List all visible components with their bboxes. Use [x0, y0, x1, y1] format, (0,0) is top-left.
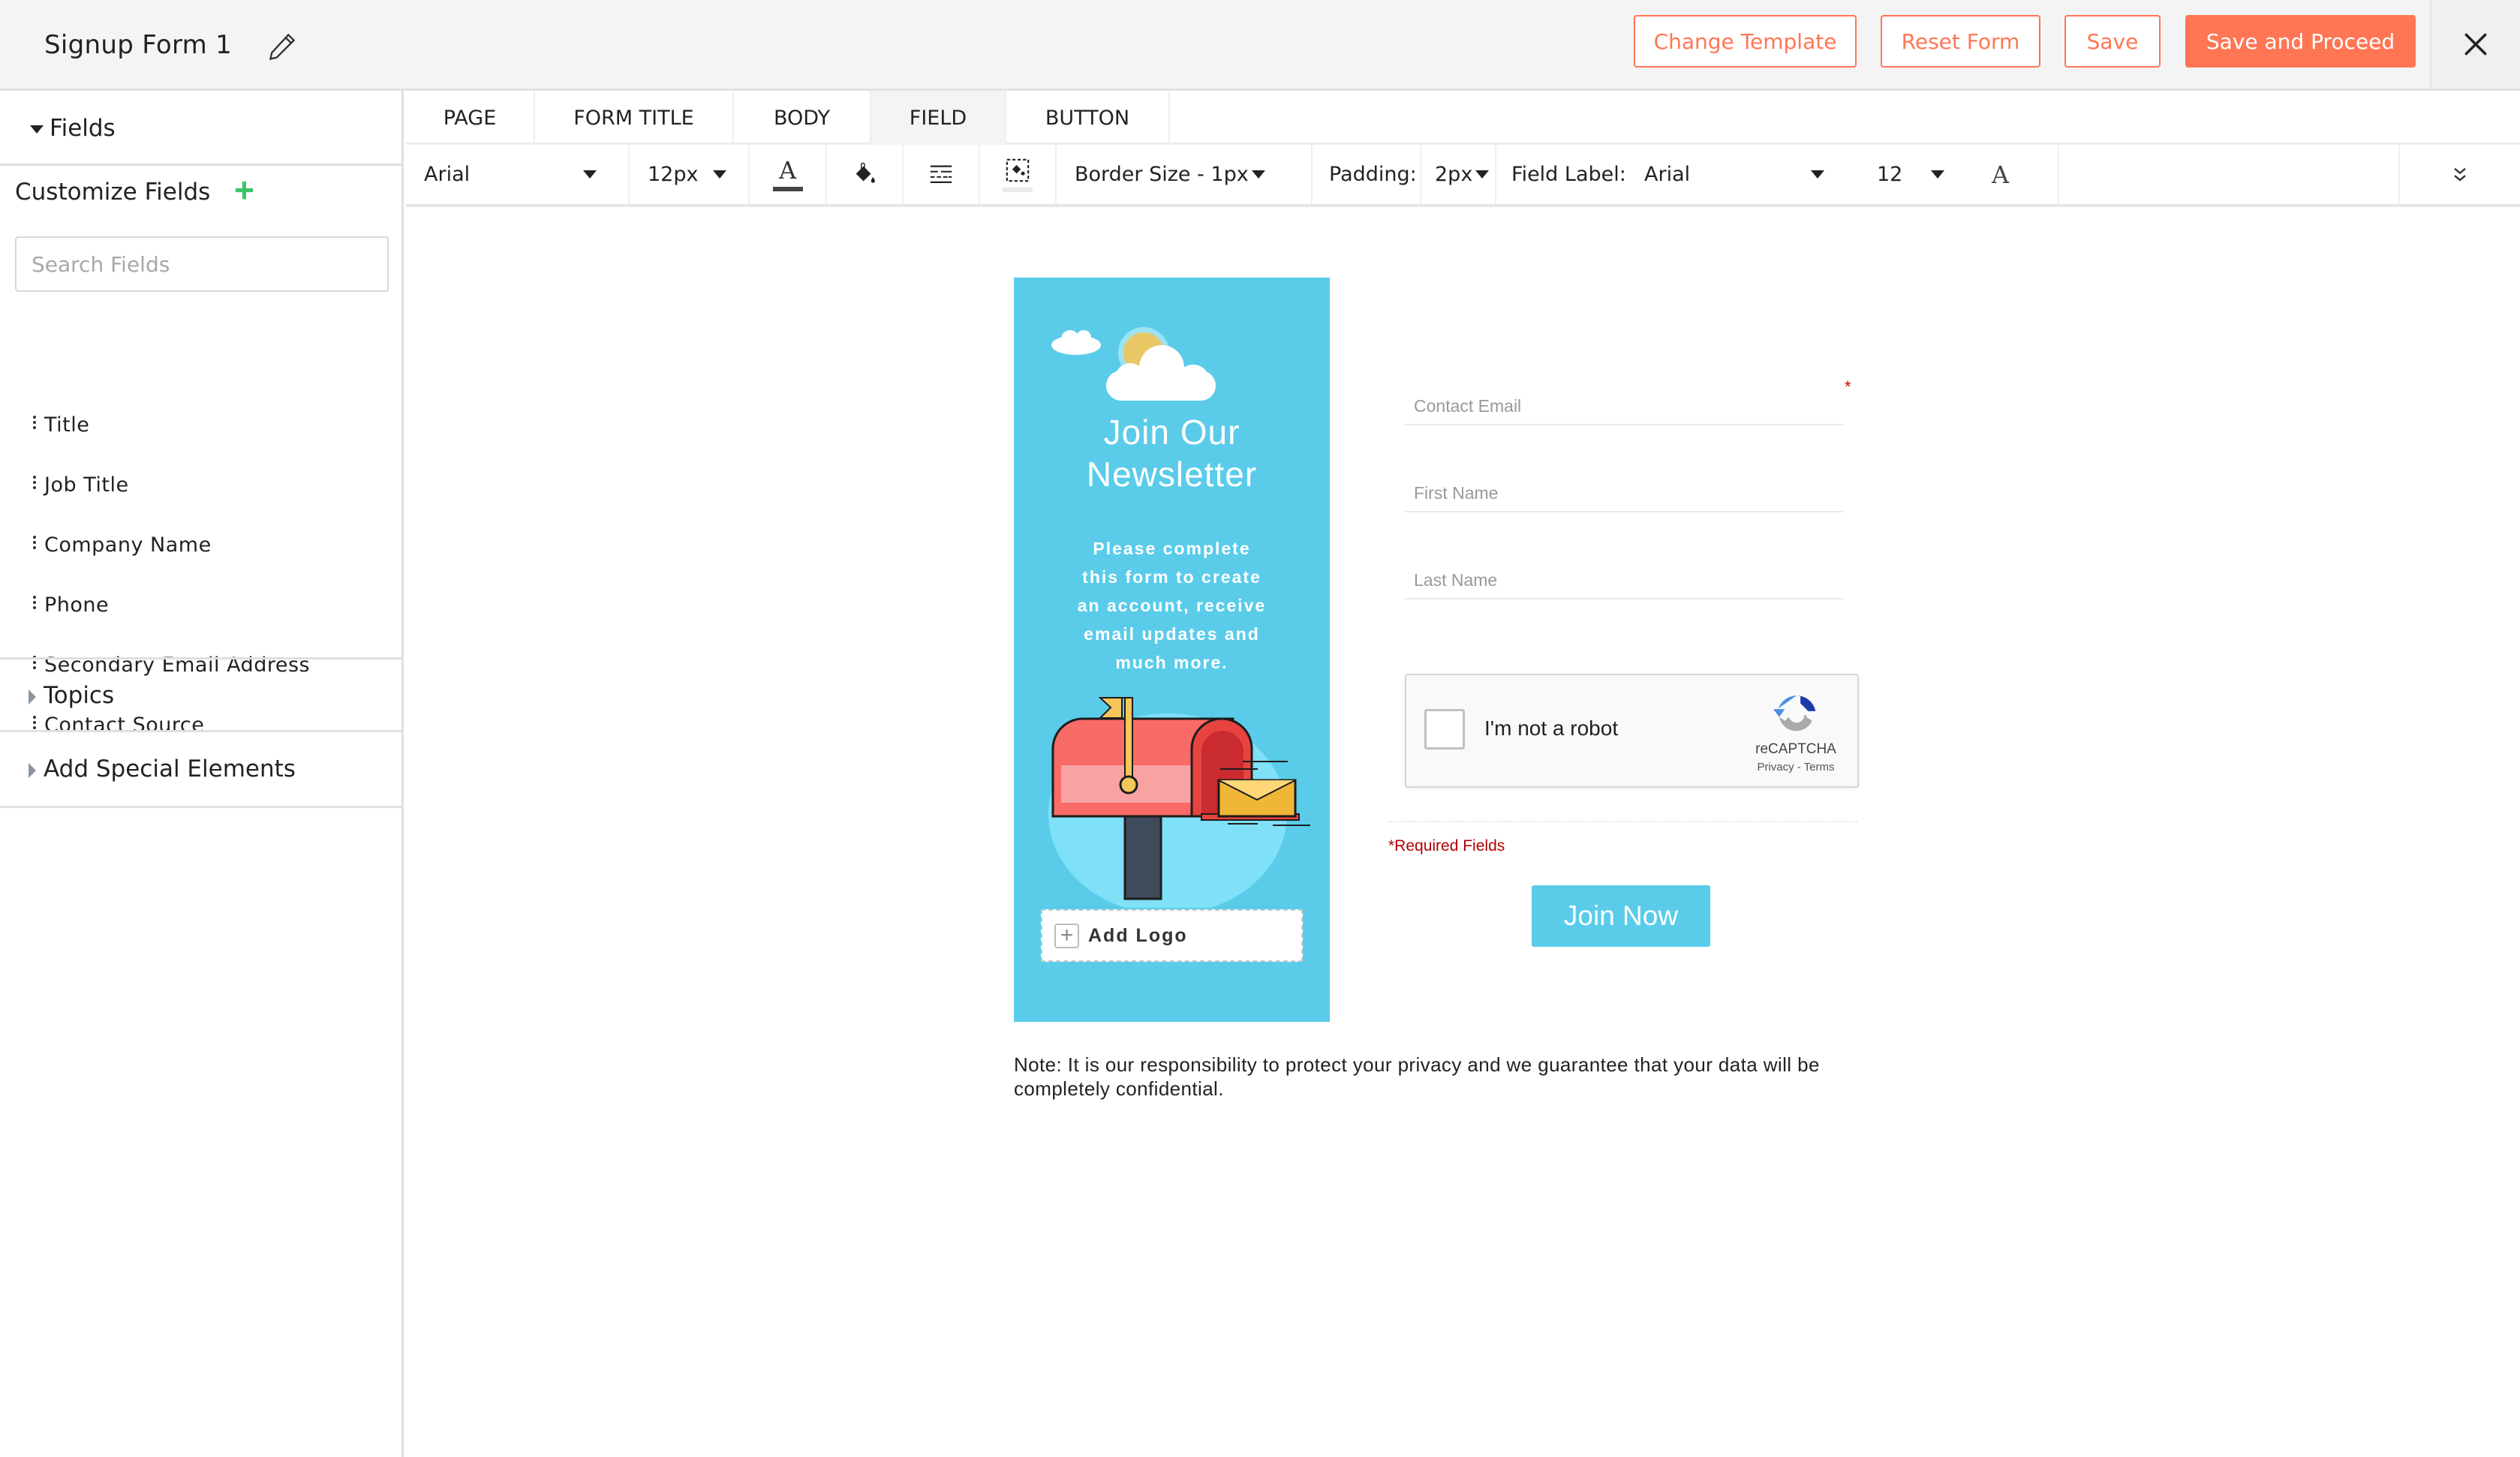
search-fields-input[interactable] [15, 236, 389, 292]
toolbar-spacer [2059, 145, 2400, 204]
drag-handle-icon[interactable] [33, 415, 36, 429]
padding-select[interactable]: 2px [1421, 145, 1496, 204]
join-now-button[interactable]: Join Now [1532, 885, 1710, 947]
drag-handle-icon[interactable] [33, 475, 36, 489]
drag-handle-icon[interactable] [33, 535, 36, 549]
contact-email-input[interactable] [1404, 396, 1824, 416]
text-color-button[interactable]: A [750, 145, 827, 204]
contact-email-field[interactable] [1404, 362, 1843, 425]
field-label-controls: Field Label: Arial 12 A [1496, 145, 2059, 204]
tab-button[interactable]: BUTTON [1006, 91, 1170, 145]
drag-handle-icon[interactable] [33, 595, 36, 609]
privacy-note: Note: It is our responsibility to protec… [1014, 1053, 1820, 1100]
caret-down-icon [1475, 170, 1490, 179]
expand-toolbar-button[interactable] [2400, 145, 2520, 204]
border-size-select[interactable]: Border Size - 1px [1057, 145, 1313, 204]
change-template-button[interactable]: Change Template [1634, 15, 1857, 68]
form-banner[interactable]: Join Our Newsletter Please complete this… [1014, 278, 1330, 1022]
add-field-plus-icon[interactable]: + [234, 173, 254, 207]
first-name-field[interactable] [1404, 449, 1843, 512]
border-color-icon [1006, 158, 1030, 182]
sidebar: Fields Customize Fields + Title Job Titl… [0, 91, 404, 1457]
recaptcha-brand: reCAPTCHA [1755, 741, 1836, 757]
customize-fields-label: Customize Fields [15, 179, 211, 206]
field-label-label: Field Label: [1511, 163, 1626, 186]
sun-clouds-illustration [1051, 327, 1216, 401]
border-style-button[interactable] [904, 145, 980, 204]
caret-down-icon [1931, 170, 1944, 179]
recaptcha-logo-icon [1773, 695, 1816, 732]
field-item-title[interactable]: Title [33, 413, 89, 437]
special-elements-label: Add Special Elements [44, 756, 296, 783]
field-item-phone[interactable]: Phone [33, 593, 109, 617]
special-elements-section-header[interactable]: Add Special Elements [0, 735, 401, 808]
field-item-company-name[interactable]: Company Name [33, 533, 212, 557]
required-asterisk: * [1845, 377, 1851, 396]
caret-right-icon [29, 762, 36, 778]
caret-right-icon [29, 689, 36, 704]
padding-label: Padding: [1313, 145, 1421, 204]
caret-down-icon [1251, 170, 1265, 179]
text-color-icon: A [778, 155, 797, 185]
font-family-select[interactable]: Arial [406, 145, 630, 204]
mailbox-illustration [1048, 697, 1310, 908]
topics-section-header[interactable]: Topics [0, 657, 401, 732]
divider [1388, 821, 1857, 822]
caret-down-icon [1811, 170, 1824, 179]
caret-down-icon [713, 170, 727, 179]
fill-color-icon [856, 162, 875, 183]
tab-page[interactable]: PAGE [406, 91, 535, 145]
fields-section-header[interactable]: Fields [0, 91, 401, 166]
fill-color-button[interactable] [827, 145, 904, 204]
field-item-job-title[interactable]: Job Title [33, 473, 129, 497]
topics-label: Topics [44, 682, 115, 709]
caret-down-icon [30, 125, 44, 134]
save-button[interactable]: Save [2064, 15, 2161, 68]
recaptcha-label: I'm not a robot [1484, 716, 1619, 740]
last-name-field[interactable] [1404, 536, 1843, 599]
reset-form-button[interactable]: Reset Form [1881, 15, 2040, 68]
tab-body[interactable]: BODY [734, 91, 871, 145]
field-label-size-select[interactable]: 12 [1877, 163, 1944, 186]
recaptcha-widget: I'm not a robot reCAPTCHA Privacy - Term… [1405, 674, 1859, 788]
field-label-font-select[interactable]: Arial [1644, 163, 1824, 186]
save-and-proceed-button[interactable]: Save and Proceed [2185, 15, 2416, 68]
recaptcha-checkbox[interactable] [1424, 709, 1465, 750]
close-button[interactable] [2430, 0, 2520, 89]
form-title: Signup Form 1 [44, 30, 233, 60]
tab-form-title[interactable]: FORM TITLE [535, 91, 734, 145]
field-label-color-icon[interactable]: A [1992, 161, 2009, 189]
fields-section-label: Fields [50, 115, 116, 142]
add-logo-button[interactable]: + Add Logo [1041, 909, 1303, 962]
style-toolbar: Arial 12px A Border Size - 1px Padding: … [406, 145, 2520, 207]
font-size-select[interactable]: 12px [630, 145, 750, 204]
plus-icon: + [1054, 923, 1079, 948]
last-name-input[interactable] [1404, 570, 1824, 590]
tab-field[interactable]: FIELD [871, 91, 1006, 145]
pencil-icon[interactable] [266, 30, 299, 63]
caret-down-icon [583, 170, 597, 179]
expand-icon [2454, 167, 2466, 182]
first-name-input[interactable] [1404, 483, 1824, 503]
banner-description: Please complete this form to create an a… [1077, 539, 1267, 672]
banner-title: Join Our Newsletter [1086, 413, 1258, 494]
close-icon [2464, 33, 2487, 56]
style-tabs: PAGE FORM TITLE BODY FIELD BUTTON [406, 91, 2520, 145]
recaptcha-privacy-terms-link[interactable]: Privacy - Terms [1751, 761, 1841, 774]
top-header: Signup Form 1 Change Template Reset Form… [0, 0, 2520, 91]
border-color-button[interactable] [980, 145, 1057, 204]
required-fields-note: *Required Fields [1388, 837, 1505, 855]
border-style-icon [930, 165, 952, 183]
